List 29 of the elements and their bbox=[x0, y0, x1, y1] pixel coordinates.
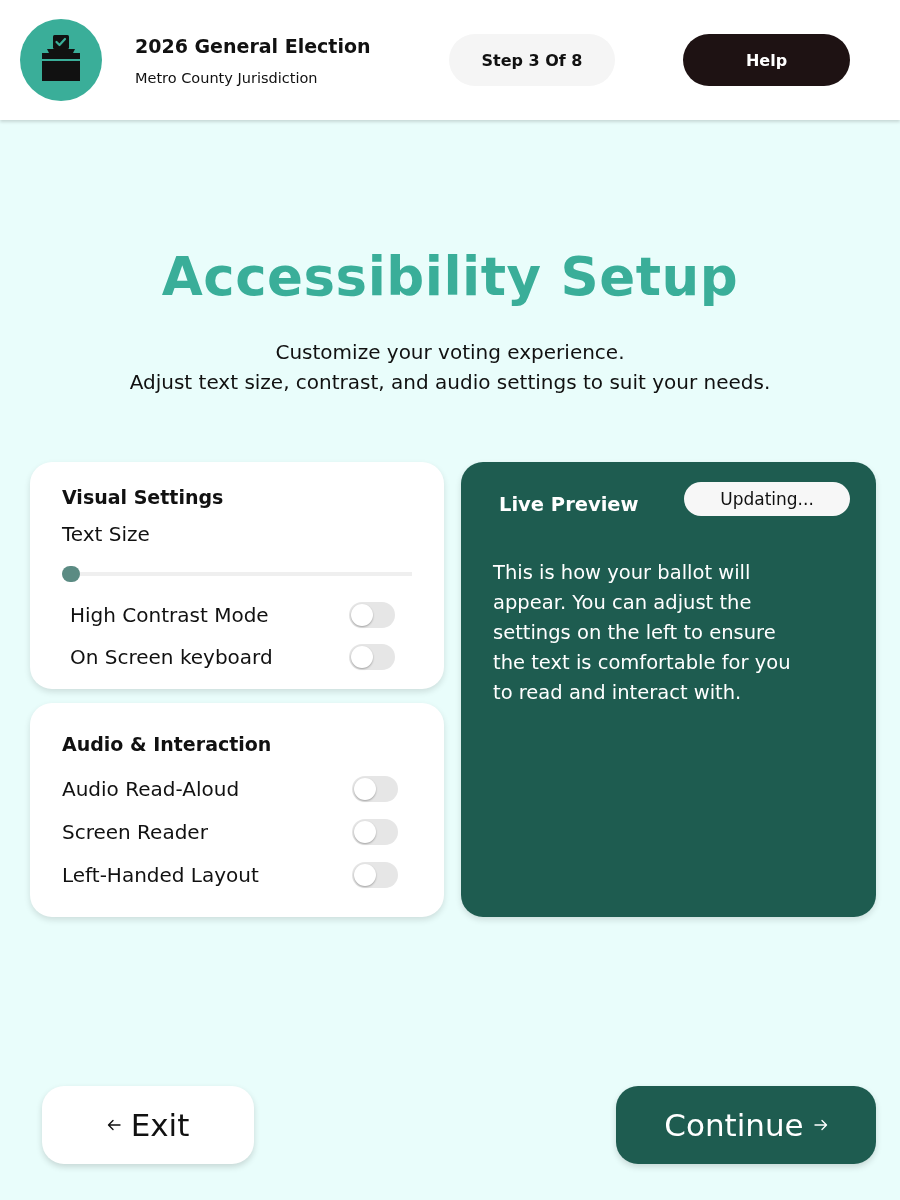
help-button[interactable]: Help bbox=[683, 34, 850, 86]
setting-label: Text Size bbox=[62, 522, 151, 546]
election-title: 2026 General Election bbox=[135, 34, 372, 57]
toggle-switch[interactable] bbox=[349, 644, 395, 670]
arrow-right-icon bbox=[813, 1119, 828, 1131]
toggle-switch[interactable] bbox=[352, 818, 398, 845]
card-title: Audio & Interaction bbox=[62, 733, 273, 755]
setting-label: Audio Read-Aloud bbox=[62, 776, 240, 801]
setting-label: Screen Reader bbox=[62, 819, 208, 844]
setting-label: High Contrast Mode bbox=[70, 603, 269, 627]
preview-title: Live Preview bbox=[499, 492, 639, 516]
setting-label: On Screen keyboard bbox=[70, 645, 273, 669]
ballot-box-icon bbox=[20, 19, 102, 101]
toggle-switch[interactable] bbox=[352, 861, 398, 888]
card-title: Visual Settings bbox=[62, 486, 225, 508]
intro-text: Adjust text size, contrast, and audio settings to suit your needs. bbox=[129, 369, 771, 396]
status-badge: Updating... bbox=[684, 482, 850, 516]
toggle-switch[interactable] bbox=[352, 775, 398, 802]
toggle-switch[interactable] bbox=[349, 602, 395, 628]
intro-text: Customize your voting experience. bbox=[274, 339, 626, 366]
continue-button[interactable]: Continue bbox=[616, 1086, 876, 1164]
preview-text: This is how your ballot will appear. You can adjust the settings on the left to ensure the text is comfortable for you to read and interact with. bbox=[493, 560, 792, 706]
step-indicator: Step 3 Of 8 bbox=[449, 34, 615, 86]
arrow-left-icon bbox=[106, 1119, 121, 1131]
exit-button[interactable]: Exit bbox=[42, 1086, 254, 1164]
jurisdiction-label: Metro County Jurisdiction bbox=[135, 69, 319, 86]
slider-thumb[interactable] bbox=[62, 566, 80, 582]
setting-label: Left-Handed Layout bbox=[62, 862, 259, 887]
page-title: Accessibility Setup bbox=[161, 246, 739, 307]
